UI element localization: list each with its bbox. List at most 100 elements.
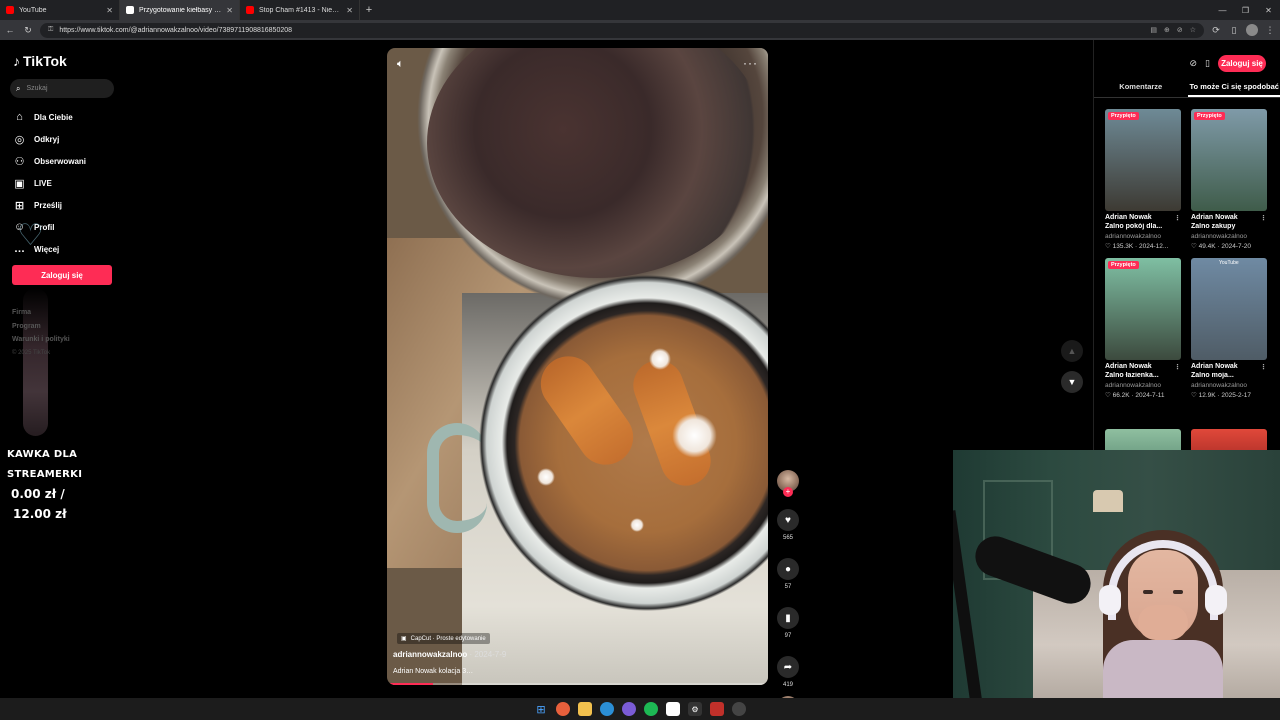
video-progress-bar[interactable] — [387, 683, 768, 685]
close-tab-icon[interactable]: ✕ — [226, 6, 233, 15]
author-avatar[interactable]: + — [777, 470, 799, 497]
browser-menu-icon[interactable]: ⋮ — [1264, 25, 1276, 36]
like-button[interactable]: ♥ — [777, 509, 799, 531]
minimize-icon[interactable]: — — [1211, 0, 1234, 20]
card-meta: ♡ 49.4K · 2024-7-20 — [1191, 243, 1252, 250]
close-window-icon[interactable]: ✕ — [1257, 0, 1280, 20]
sidebar-item-live[interactable]: ▣ LIVE — [13, 172, 86, 194]
tab-recommended[interactable]: To może Ci się spodobać — [1187, 82, 1280, 97]
screen: YouTube ✕ Przygotowanie kiełbasy czarnej… — [0, 0, 1280, 720]
card-more-icon[interactable]: ⋮ — [1174, 363, 1181, 371]
more-options-icon[interactable]: ··· — [743, 56, 758, 70]
recommended-video-card[interactable]: Przypięto Adrian Nowak ⋮ Żalno pokój dla...… — [1105, 109, 1181, 250]
zoom-icon[interactable]: ⊕ — [1164, 26, 1170, 34]
footer-link-terms[interactable]: Warunki i polityki — [12, 333, 70, 347]
settings-icon[interactable]: ⚙ — [688, 702, 702, 716]
device-icon[interactable]: ▯ — [1205, 58, 1210, 69]
sidebar-item-for-you[interactable]: ⌂ Dla Ciebie — [13, 106, 86, 128]
author-handle[interactable]: adriannowakzalnoo — [393, 650, 467, 659]
share-button[interactable]: ➦ — [777, 656, 799, 678]
bubble — [630, 518, 644, 532]
browser-tab-tiktok[interactable]: Przygotowanie kiełbasy czarnej i s ✕ — [120, 0, 240, 20]
video-thumbnail[interactable]: Przypięto — [1191, 109, 1267, 211]
translate-icon[interactable]: ▤ — [1150, 26, 1157, 34]
sidebar-item-explore[interactable]: ◎ Odkryj — [13, 128, 86, 150]
card-more-icon[interactable]: ⋮ — [1260, 363, 1267, 371]
app-icon[interactable] — [710, 702, 724, 716]
browser-profile-avatar[interactable] — [1246, 24, 1258, 36]
edge-icon[interactable] — [600, 702, 614, 716]
capcut-label: CapCut · Proste edytowanie — [410, 635, 486, 642]
save-button[interactable]: ▮ — [777, 607, 799, 629]
browser-tab-stop-cham[interactable]: Stop Cham #1413 - Niebezpieczn ✕ — [240, 0, 360, 20]
spotify-icon[interactable] — [644, 702, 658, 716]
card-author[interactable]: Adrian Nowak ⋮ — [1105, 363, 1181, 371]
recommended-video-card[interactable]: YouTube Adrian Nowak ⋮ Żalno moja... adriann… — [1191, 258, 1267, 399]
windows-start-icon[interactable]: ⊞ — [534, 702, 548, 716]
login-button-top[interactable]: Zaloguj się — [1218, 55, 1266, 72]
card-author[interactable]: Adrian Nowak ⋮ — [1105, 214, 1181, 222]
notion-icon[interactable] — [666, 702, 680, 716]
search-input[interactable]: ⌕ Szukaj — [10, 79, 114, 98]
webcam-lamp — [1093, 490, 1123, 512]
recommended-video-card[interactable]: Przypięto Adrian Nowak ⋮ Żalno łazienka... a… — [1105, 258, 1181, 399]
donation-goal: 12.00 zł — [13, 507, 67, 521]
sidebar-item-upload[interactable]: ⊞ Prześlij — [13, 194, 86, 216]
youtube-favicon-icon — [246, 6, 254, 14]
recommended-video-card[interactable]: Przypięto Adrian Nowak ⋮ Żalno zakupy adrian… — [1191, 109, 1267, 250]
tab-comments[interactable]: Komentarze — [1094, 82, 1188, 97]
coin-icon[interactable]: ⊘ — [1190, 58, 1198, 69]
footer-link-company[interactable]: Firma — [12, 306, 70, 320]
save-count: 97 — [784, 633, 792, 639]
bookmark-star-icon[interactable]: ☆ — [1190, 26, 1196, 34]
card-username: adriannowakzalnoo — [1105, 382, 1162, 389]
video-thumbnail[interactable]: YouTube — [1191, 258, 1267, 360]
close-tab-icon[interactable]: ✕ — [346, 6, 353, 15]
close-tab-icon[interactable]: ✕ — [106, 6, 113, 15]
card-more-icon[interactable]: ⋮ — [1174, 214, 1181, 222]
streamer — [1099, 530, 1227, 720]
video-thumbnail[interactable]: Przypięto — [1105, 109, 1181, 211]
right-top-actions: ⊘ ▯ Zaloguj się — [1190, 55, 1266, 72]
previous-video-button[interactable]: ▲ — [1061, 340, 1083, 362]
window-controls: — ❐ ✕ — [1211, 0, 1280, 20]
card-title: Żalno moja... — [1191, 372, 1234, 379]
login-button[interactable]: Zaloguj się — [12, 265, 112, 285]
card-author-name: Adrian Nowak — [1105, 214, 1152, 221]
footer-link-program[interactable]: Program — [12, 320, 70, 334]
video-thumbnail[interactable]: Przypięto — [1105, 258, 1181, 360]
lock-icon: ⚿ — [48, 26, 54, 33]
new-tab-icon[interactable]: + — [360, 0, 378, 20]
block-icon[interactable]: ⊘ — [1177, 26, 1183, 34]
comment-button[interactable]: ● — [777, 558, 799, 580]
tiktok-logo[interactable]: ♪ TikTok — [13, 53, 67, 69]
capcut-tag[interactable]: ▣ CapCut · Proste edytowanie — [397, 633, 490, 644]
firefox-icon[interactable] — [556, 702, 570, 716]
next-video-button[interactable]: ▼ — [1061, 371, 1083, 393]
chrome-icon[interactable] — [732, 702, 746, 716]
extensions-icon[interactable]: ⟳ — [1210, 25, 1222, 36]
follow-plus-icon[interactable]: + — [783, 487, 793, 497]
card-title: Żalno pokój dla... — [1105, 223, 1163, 230]
card-more-icon[interactable]: ⋮ — [1260, 214, 1267, 222]
back-icon[interactable]: ← — [4, 25, 16, 35]
bubble — [672, 413, 717, 458]
volume-icon[interactable]: 🔈︎ — [397, 58, 404, 71]
card-author[interactable]: Adrian Nowak ⋮ — [1191, 214, 1267, 222]
browser-tab-youtube[interactable]: YouTube ✕ — [0, 0, 120, 20]
sidebar-item-following[interactable]: ⚇ Obserwowani — [13, 150, 86, 172]
card-meta: ♡ 12.9K · 2025-2-17 — [1191, 392, 1252, 399]
headset-earcup — [1205, 585, 1227, 615]
card-username: adriannowakzalnoo — [1105, 233, 1162, 240]
maximize-icon[interactable]: ❐ — [1234, 0, 1257, 20]
video-author[interactable]: adriannowakzalnoo · 2024-7-9 — [393, 650, 506, 659]
video-player[interactable]: 🔈︎ ··· ▣ CapCut · Proste edytowanie adri… — [387, 48, 768, 685]
card-author[interactable]: Adrian Nowak ⋮ — [1191, 363, 1267, 371]
logo-text: TikTok — [23, 53, 67, 69]
bookmark-icon: ▮ — [785, 612, 791, 624]
url-field[interactable]: ⚿ https://www.tiktok.com/@adriannowakzal… — [40, 22, 1204, 38]
file-explorer-icon[interactable] — [578, 702, 592, 716]
discord-icon[interactable] — [622, 702, 636, 716]
reload-icon[interactable]: ↻ — [22, 25, 34, 36]
sidebar-icon[interactable]: ▯ — [1228, 25, 1240, 36]
